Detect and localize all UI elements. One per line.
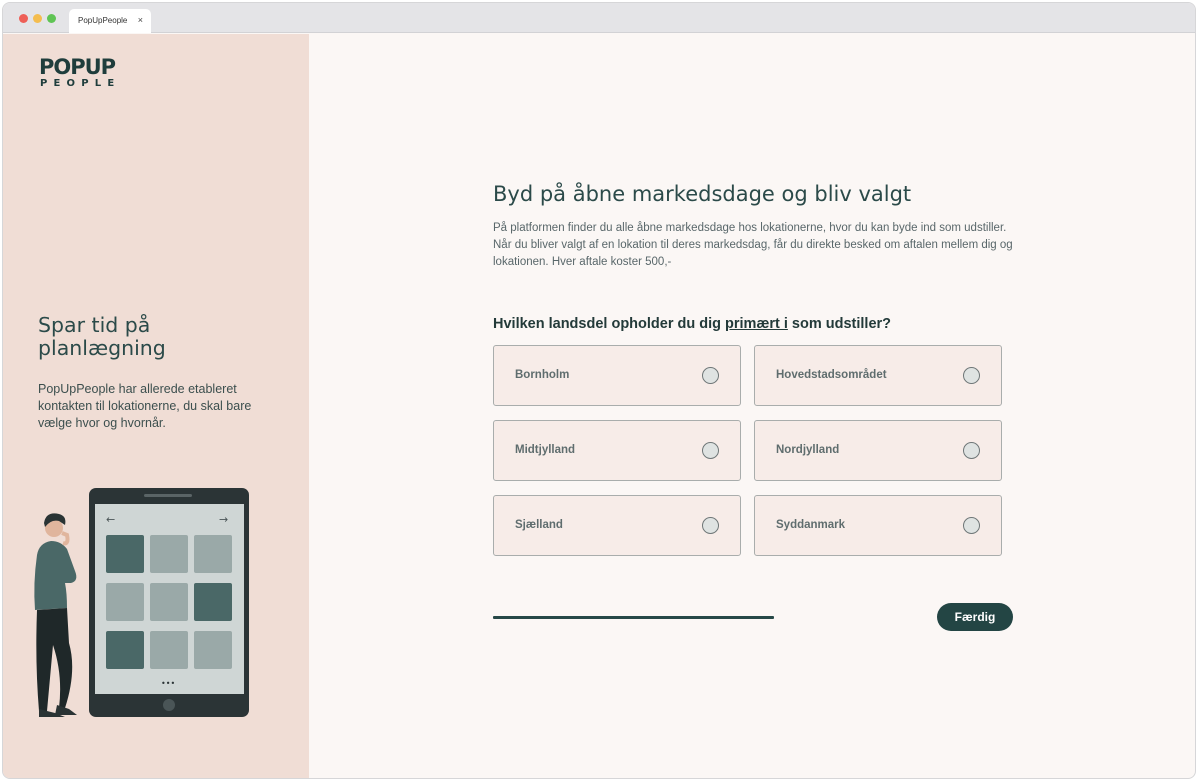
radio-button[interactable]	[963, 442, 980, 459]
option-midtjylland[interactable]: Midtjylland	[493, 420, 741, 481]
more-dots-icon: •••	[161, 679, 175, 688]
close-window-button[interactable]	[19, 14, 28, 23]
option-label: Midtjylland	[515, 444, 576, 456]
radio-button[interactable]	[702, 442, 719, 459]
question-text-underlined: primært i	[725, 316, 788, 332]
radio-button[interactable]	[963, 517, 980, 534]
browser-window: PopUpPeople × POPUP PEOPLE Spar tid på p…	[2, 2, 1196, 779]
progress-bar	[493, 616, 774, 619]
minimize-window-button[interactable]	[33, 14, 42, 23]
option-nordjylland[interactable]: Nordjylland	[754, 420, 1002, 481]
logo[interactable]: POPUP PEOPLE	[39, 56, 120, 89]
option-syddanmark[interactable]: Syddanmark	[754, 495, 1002, 556]
tab-title: PopUpPeople	[78, 16, 128, 25]
arrow-right-icon: →	[219, 513, 228, 526]
sidebar: POPUP PEOPLE Spar tid på planlægning Pop…	[3, 34, 309, 778]
radio-button[interactable]	[702, 517, 719, 534]
maximize-window-button[interactable]	[47, 14, 56, 23]
browser-tab[interactable]: PopUpPeople ×	[69, 9, 151, 33]
tab-close-icon[interactable]: ×	[138, 15, 143, 25]
option-hovedstadsomraadet[interactable]: Hovedstadsområdet	[754, 345, 1002, 406]
option-label: Nordjylland	[776, 444, 840, 456]
done-button[interactable]: Færdig	[937, 603, 1013, 631]
sidebar-text: PopUpPeople har allerede etableret konta…	[38, 382, 252, 430]
page-description: På platformen finder du alle åbne marked…	[493, 222, 1013, 268]
sidebar-title: Spar tid på planlægning	[38, 313, 166, 360]
radio-button[interactable]	[702, 367, 719, 384]
question-text-after: som udstiller?	[787, 316, 892, 332]
option-label: Syddanmark	[776, 519, 846, 531]
question-text-before: Hvilken landsdel opholder du dig	[493, 316, 726, 332]
option-label: Hovedstadsområdet	[776, 369, 887, 381]
option-label: Sjælland	[515, 519, 563, 531]
logo-line1: POPUP	[39, 55, 116, 79]
question-heading: Hvilken landsdel opholder du dig primært…	[493, 316, 891, 332]
page-title: Byd på åbne markedsdage og bliv valgt	[493, 182, 912, 206]
browser-titlebar: PopUpPeople ×	[3, 3, 1195, 33]
arrow-left-icon: ←	[106, 513, 115, 526]
person-with-tablet-illustration: ← → •••	[34, 488, 249, 717]
option-bornholm[interactable]: Bornholm	[493, 345, 741, 406]
option-sjaelland[interactable]: Sjælland	[493, 495, 741, 556]
logo-line2: PEOPLE	[40, 78, 121, 89]
option-label: Bornholm	[515, 369, 570, 381]
radio-button[interactable]	[963, 367, 980, 384]
